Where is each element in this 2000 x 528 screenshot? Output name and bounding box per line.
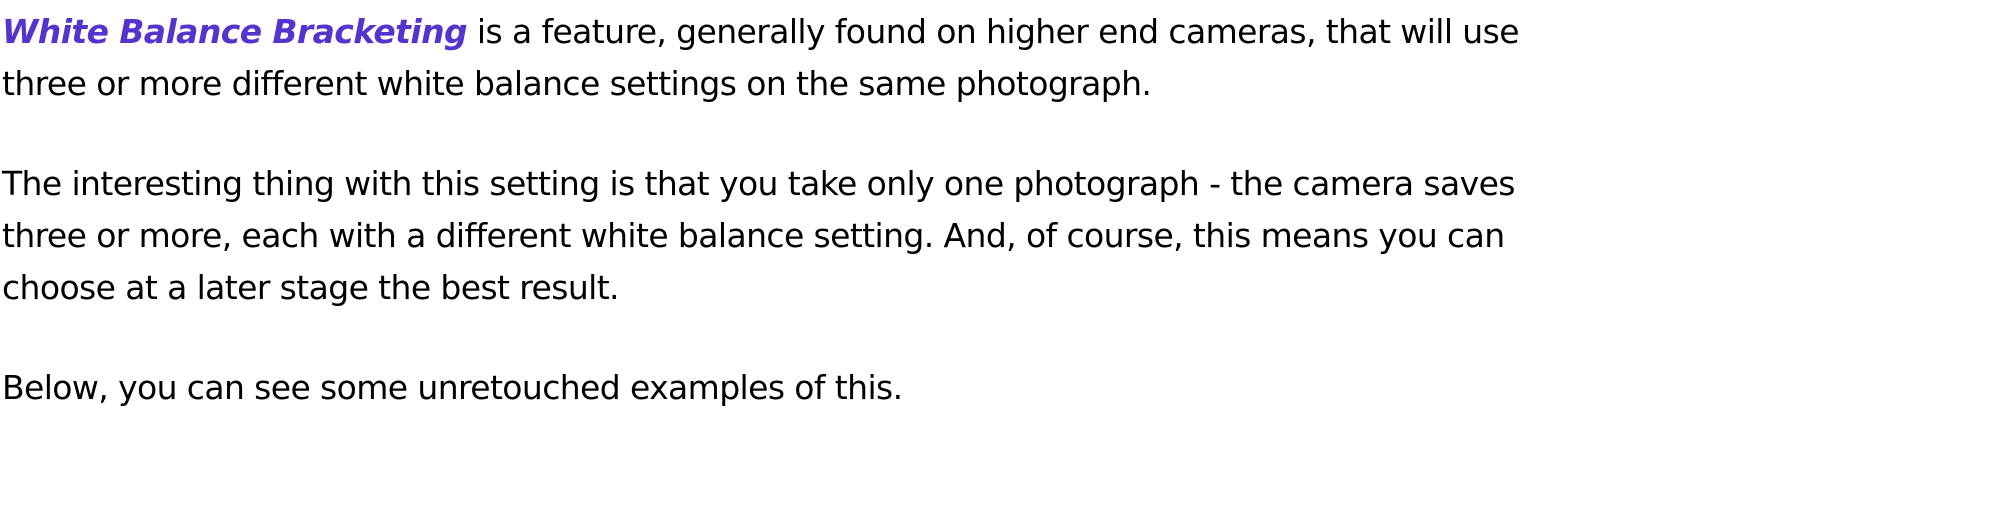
paragraph-line: Below, you can see some unretouched exam…	[2, 368, 903, 407]
article-body: White Balance Bracketing is a feature, g…	[0, 0, 2000, 414]
paragraph-intro: White Balance Bracketing is a feature, g…	[2, 6, 2000, 110]
paragraph-line: White Balance Bracketing is a feature, g…	[2, 6, 2000, 58]
highlighted-term: White Balance Bracketing	[2, 12, 468, 51]
paragraph-examples: Below, you can see some unretouched exam…	[2, 362, 2000, 414]
paragraph-explanation: The interesting thing with this setting …	[2, 158, 2000, 314]
line-text: is a feature, generally found on higher …	[467, 12, 1520, 51]
paragraph-line: The interesting thing with this setting …	[2, 164, 1515, 203]
paragraph-line: choose at a later stage the best result.	[2, 268, 620, 307]
paragraph-line: three or more, each with a different whi…	[2, 216, 1505, 255]
paragraph-line: three or more different white balance se…	[2, 64, 1152, 103]
